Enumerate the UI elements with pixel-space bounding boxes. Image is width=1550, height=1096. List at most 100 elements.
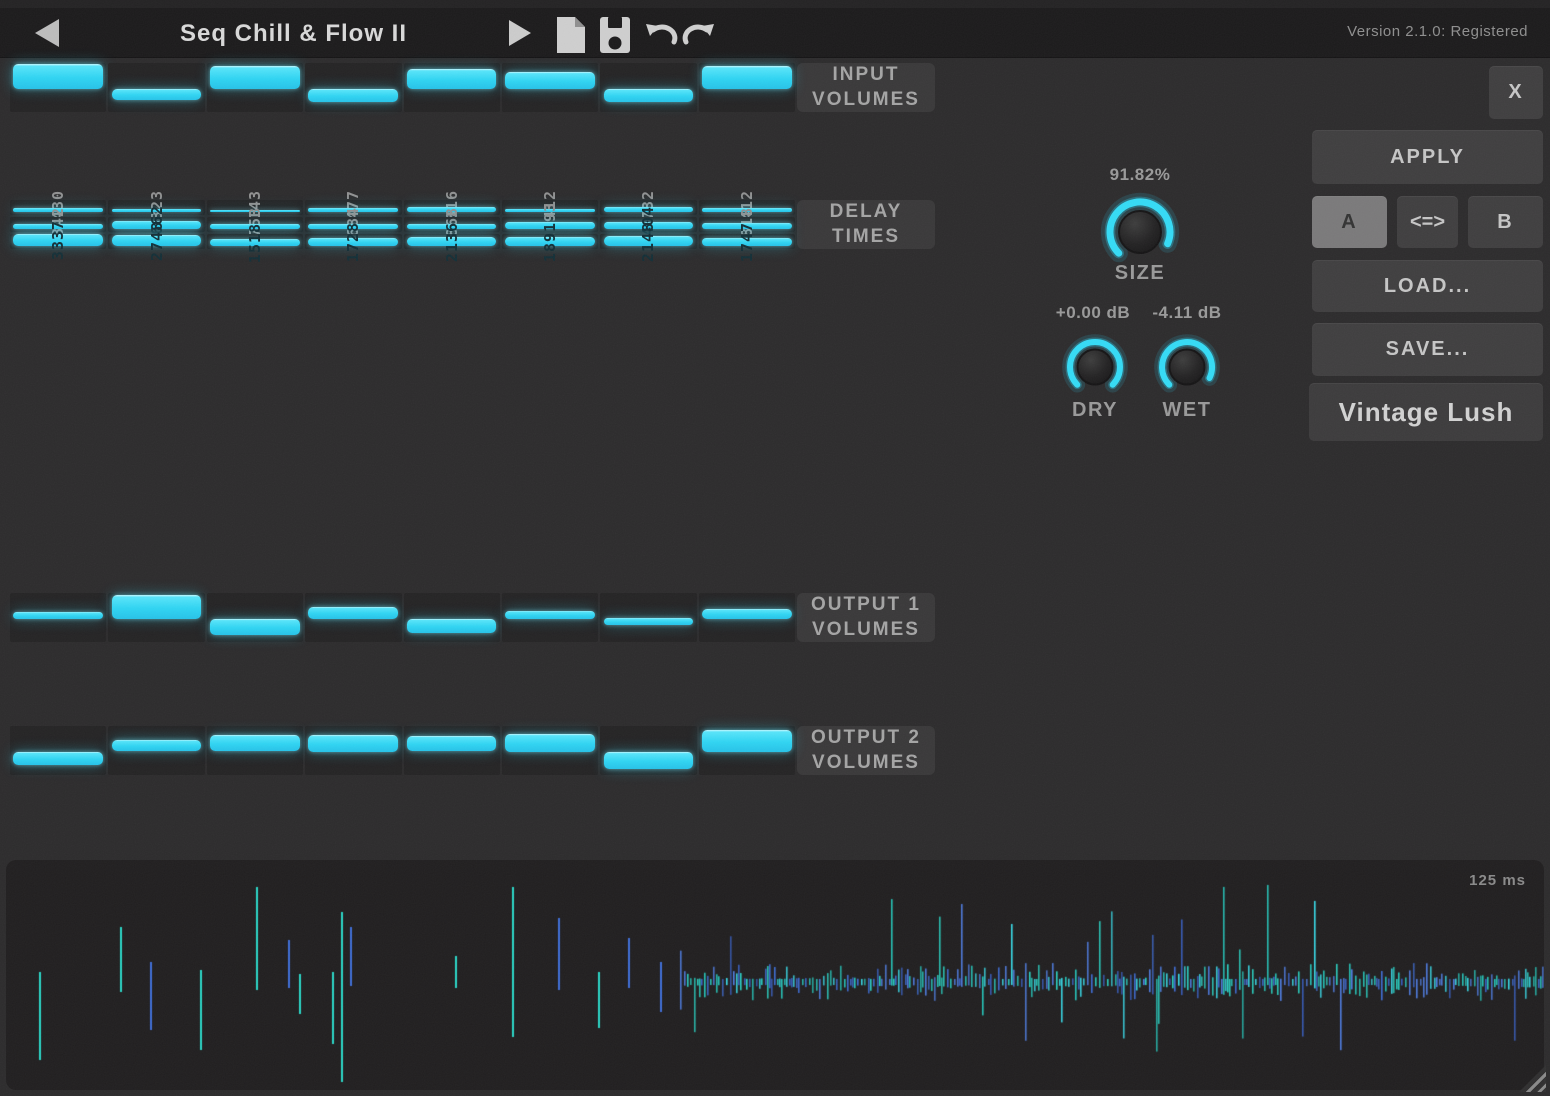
value-bar[interactable]	[112, 740, 202, 751]
output-1-volumes-cell-0-0[interactable]	[10, 593, 106, 642]
input-volumes-cell-0-3[interactable]	[305, 63, 401, 112]
play-icon[interactable]	[509, 20, 531, 46]
input-volumes-cell-0-4[interactable]	[404, 63, 500, 112]
value-bar[interactable]	[702, 730, 792, 752]
input-volumes-cell-0-1[interactable]	[108, 63, 204, 112]
new-file-icon[interactable]	[552, 15, 590, 55]
output-2-volumes-cell-0-4[interactable]	[404, 726, 500, 775]
delay-times-cell-0-4[interactable]: 816	[404, 200, 500, 215]
delay-times-cell-0-0[interactable]: 430	[10, 200, 106, 215]
delay-times-cell-2-2[interactable]: 1518	[207, 234, 303, 249]
preset-a-button[interactable]: A	[1312, 196, 1387, 248]
value-bar[interactable]	[604, 89, 694, 102]
delay-bar[interactable]	[210, 224, 300, 229]
delay-bar[interactable]: 1518	[210, 239, 300, 247]
delay-times-cell-2-3[interactable]: 1728	[305, 234, 401, 249]
delay-times-cell-0-6[interactable]: 732	[600, 200, 696, 215]
value-bar[interactable]	[407, 69, 497, 89]
delay-bar[interactable]: 2136	[407, 237, 497, 247]
value-bar[interactable]	[210, 735, 300, 751]
delay-bar[interactable]	[210, 210, 300, 212]
output-2-volumes-cell-0-0[interactable]	[10, 726, 106, 775]
delay-times-cell-1-1[interactable]: 1662	[108, 217, 204, 232]
delay-bar[interactable]	[112, 209, 202, 212]
value-bar[interactable]	[505, 734, 595, 752]
value-bar[interactable]	[407, 619, 497, 633]
preset-b-button[interactable]: B	[1468, 196, 1543, 248]
delay-times-cell-2-5[interactable]: 1891	[502, 234, 598, 249]
delay-times-cell-1-0[interactable]: 842	[10, 217, 106, 232]
delay-times-cell-1-2[interactable]: 753	[207, 217, 303, 232]
delay-bar[interactable]: 1728	[308, 238, 398, 247]
delay-times-cell-2-6[interactable]: 2148	[600, 234, 696, 249]
input-volumes-cell-0-6[interactable]	[600, 63, 696, 112]
save-button[interactable]: SAVE...	[1312, 323, 1543, 376]
value-bar[interactable]	[210, 619, 300, 635]
output-2-volumes-cell-0-6[interactable]	[600, 726, 696, 775]
delay-times-cell-0-7[interactable]: 412	[699, 200, 795, 215]
delay-times-cell-2-7[interactable]: 1747	[699, 234, 795, 249]
redo-icon[interactable]	[682, 22, 716, 48]
output-1-volumes-cell-0-6[interactable]	[600, 593, 696, 642]
delay-bar[interactable]	[702, 208, 792, 212]
close-button[interactable]: X	[1489, 66, 1543, 119]
save-icon[interactable]	[596, 15, 634, 55]
input-volumes-cell-0-5[interactable]	[502, 63, 598, 112]
back-icon[interactable]	[35, 19, 59, 47]
delay-times-cell-0-1[interactable]: 323	[108, 200, 204, 215]
delay-bar[interactable]	[702, 223, 792, 229]
delay-times-cell-2-4[interactable]: 2136	[404, 234, 500, 249]
delay-bar[interactable]	[604, 207, 694, 212]
output-2-volumes-cell-0-1[interactable]	[108, 726, 204, 775]
output-2-volumes-cell-0-5[interactable]	[502, 726, 598, 775]
ab-swap-button[interactable]: <=>	[1397, 196, 1458, 248]
output-2-volumes-cell-0-3[interactable]	[305, 726, 401, 775]
wet-knob[interactable]	[1150, 330, 1224, 409]
value-bar[interactable]	[505, 72, 595, 88]
delay-times-cell-1-7[interactable]: 818	[699, 217, 795, 232]
output-1-volumes-cell-0-3[interactable]	[305, 593, 401, 642]
value-bar[interactable]	[702, 609, 792, 618]
output-1-volumes-cell-0-4[interactable]	[404, 593, 500, 642]
delay-times-cell-1-3[interactable]: 684	[305, 217, 401, 232]
value-bar[interactable]	[604, 618, 694, 624]
delay-times-cell-2-0[interactable]: 3337	[10, 234, 106, 249]
input-volumes-cell-0-0[interactable]	[10, 63, 106, 112]
delay-bar[interactable]: 1404	[604, 222, 694, 230]
output-1-volumes-cell-0-1[interactable]	[108, 593, 204, 642]
delay-times-cell-1-4[interactable]: 868	[404, 217, 500, 232]
delay-bar[interactable]	[308, 224, 398, 229]
delay-bar[interactable]	[13, 224, 103, 230]
apply-button[interactable]: APPLY	[1312, 130, 1543, 184]
value-bar[interactable]	[308, 89, 398, 102]
value-bar[interactable]	[13, 752, 103, 766]
delay-times-cell-1-6[interactable]: 1404	[600, 217, 696, 232]
output-1-volumes-cell-0-7[interactable]	[699, 593, 795, 642]
value-bar[interactable]	[112, 89, 202, 100]
output-2-volumes-cell-0-2[interactable]	[207, 726, 303, 775]
delay-times-cell-0-3[interactable]: 477	[305, 200, 401, 215]
delay-bar[interactable]	[407, 224, 497, 230]
delay-bar[interactable]	[505, 209, 595, 212]
value-bar[interactable]	[407, 736, 497, 751]
delay-times-cell-2-1[interactable]: 2748	[108, 234, 204, 249]
delay-bar[interactable]	[505, 222, 595, 229]
delay-times-cell-0-2[interactable]: 143	[207, 200, 303, 215]
delay-times-cell-1-5[interactable]: 1193	[502, 217, 598, 232]
value-bar[interactable]	[13, 64, 103, 89]
delay-bar[interactable]: 1747	[702, 238, 792, 247]
value-bar[interactable]	[13, 612, 103, 619]
delay-bar[interactable]	[407, 207, 497, 212]
input-volumes-cell-0-2[interactable]	[207, 63, 303, 112]
value-bar[interactable]	[210, 66, 300, 88]
output-1-volumes-cell-0-5[interactable]	[502, 593, 598, 642]
delay-bar[interactable]: 2748	[112, 235, 202, 246]
value-bar[interactable]	[604, 752, 694, 769]
dry-knob[interactable]	[1058, 330, 1132, 409]
value-bar[interactable]	[308, 735, 398, 751]
load-button[interactable]: LOAD...	[1312, 260, 1543, 312]
preset-name-display[interactable]: Vintage Lush	[1309, 383, 1543, 441]
delay-bar[interactable]: 1662	[112, 221, 202, 230]
value-bar[interactable]	[702, 66, 792, 89]
value-bar[interactable]	[505, 611, 595, 619]
